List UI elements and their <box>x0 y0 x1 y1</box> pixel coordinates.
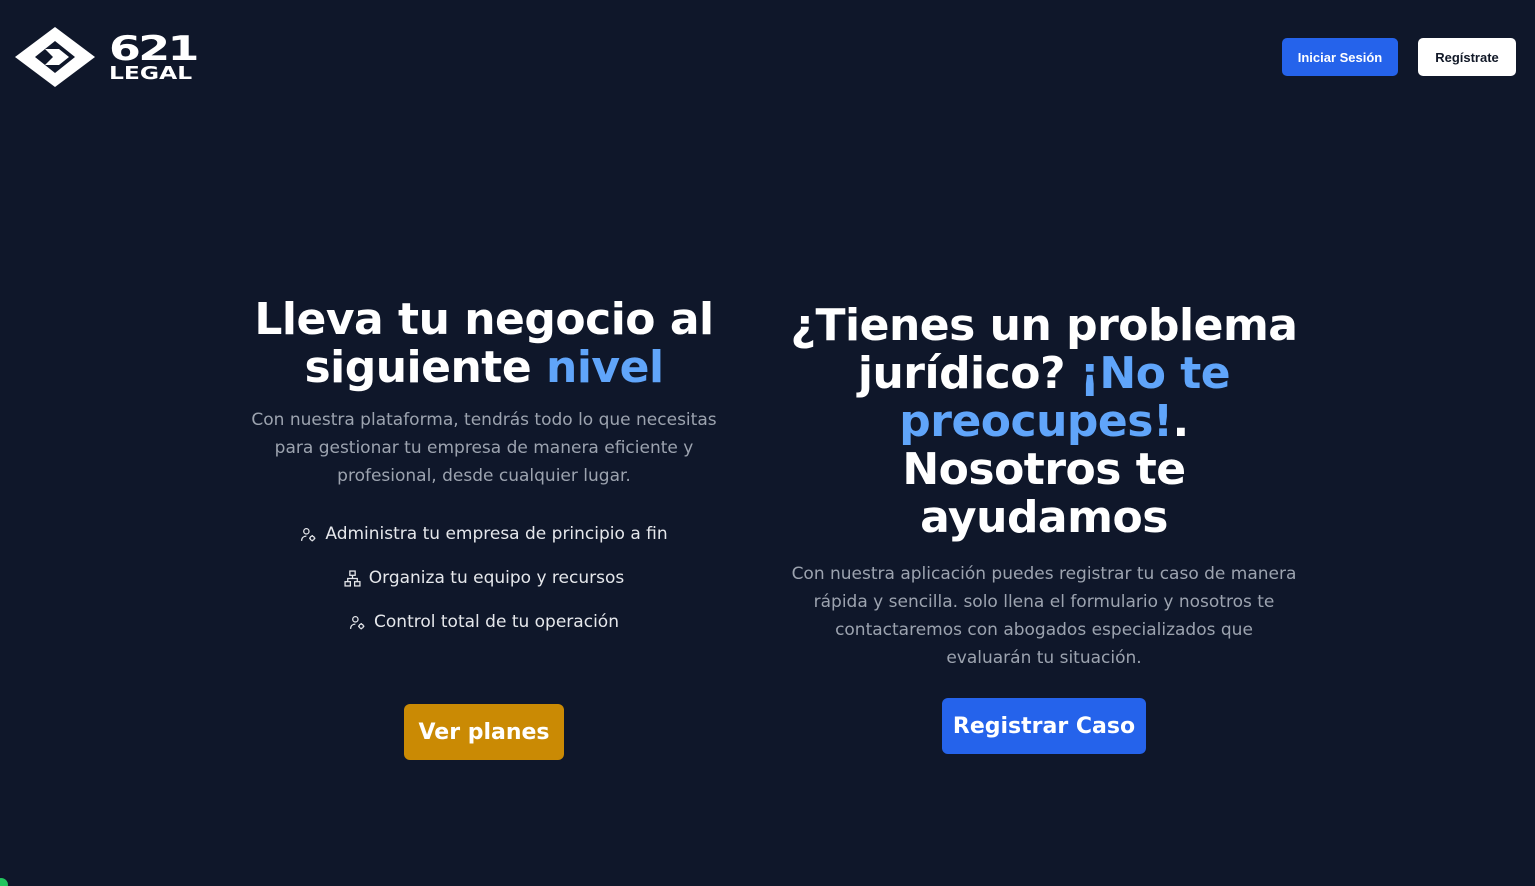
status-indicator <box>0 878 8 886</box>
legal-description: Con nuestra aplicación puedes registrar … <box>791 564 1297 668</box>
business-title-accent: nivel <box>546 342 664 393</box>
feature-item: Administra tu empresa de principio a fin <box>230 512 738 556</box>
feature-item: Organiza tu equipo y recursos <box>230 556 738 600</box>
user-gear-icon <box>349 615 365 629</box>
landing-page: 621 LEGAL Iniciar Sesión Regístrate Llev… <box>0 0 1535 886</box>
feature-label: Control total de tu operación <box>374 612 619 632</box>
register-button[interactable]: Regístrate <box>1418 38 1516 76</box>
business-section: Lleva tu negocio al siguiente nivel Con … <box>230 296 738 644</box>
logo[interactable]: 621 LEGAL <box>13 25 199 89</box>
view-plans-button[interactable]: Ver planes <box>404 704 564 760</box>
business-description: Con nuestra plataforma, tendrás todo lo … <box>251 410 717 486</box>
diamond-logo-icon <box>15 27 95 87</box>
org-chart-icon <box>344 569 361 587</box>
legal-section: ¿Tienes un problema jurídico? ¡No te pre… <box>790 302 1298 672</box>
register-case-button[interactable]: Registrar Caso <box>942 698 1146 754</box>
logo-wordmark: 621 LEGAL <box>109 32 199 83</box>
login-button[interactable]: Iniciar Sesión <box>1282 38 1398 76</box>
legal-title: ¿Tienes un problema jurídico? ¡No te pre… <box>790 302 1298 542</box>
feature-list: Administra tu empresa de principio a fin… <box>230 512 738 644</box>
business-title: Lleva tu negocio al siguiente nivel <box>230 296 738 392</box>
feature-label: Administra tu empresa de principio a fin <box>325 524 668 544</box>
logo-number: 621 <box>109 28 199 69</box>
user-gear-icon <box>301 527 316 541</box>
feature-item: Control total de tu operación <box>230 600 738 644</box>
logo-word: LEGAL <box>109 62 193 84</box>
feature-label: Organiza tu equipo y recursos <box>368 568 625 588</box>
